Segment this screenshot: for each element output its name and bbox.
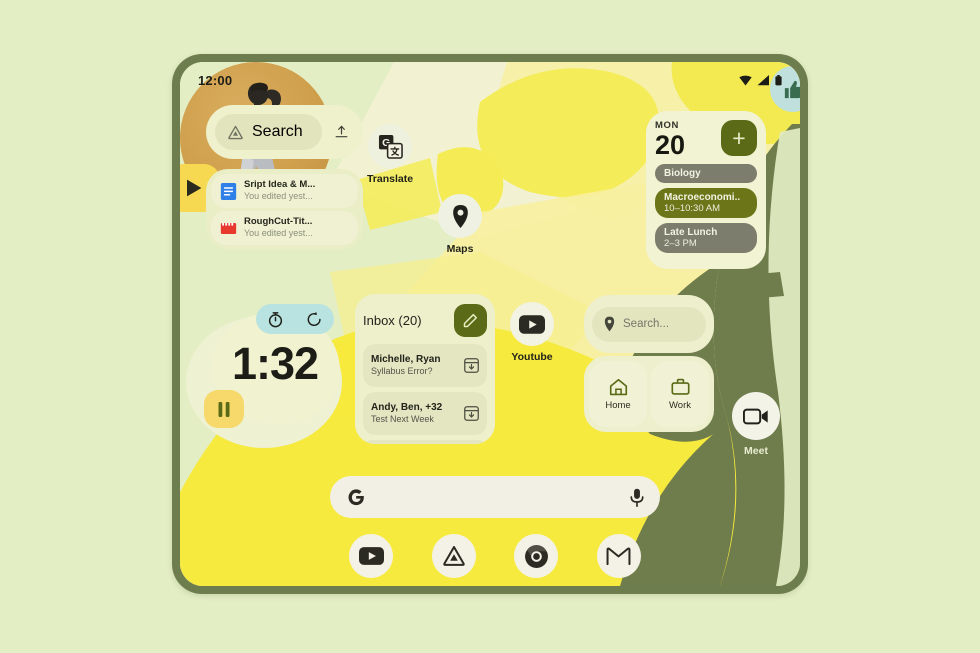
device-frame: 12:00 Search Sript Idea & M... You edite… (172, 54, 808, 594)
drive-icon (443, 546, 465, 566)
gmail-sender: Michelle, Ryan (371, 353, 441, 365)
youtube-icon (358, 547, 384, 565)
drive-file-title: RoughCut-Tit... (244, 217, 313, 228)
gmail-icon (606, 547, 631, 566)
app-icon-maps[interactable]: Maps (429, 194, 491, 255)
calendar-event-title: Biology (664, 168, 701, 179)
google-docs-icon (220, 182, 237, 200)
maps-search-input[interactable]: Search... (592, 306, 706, 342)
maps-shortcut-label: Work (669, 399, 691, 411)
drive-file-subtitle: You edited yest... (244, 228, 313, 239)
calendar-add-button[interactable]: + (721, 120, 757, 156)
status-time: 12:00 (198, 72, 233, 88)
timer-value: 1:32 (231, 338, 319, 389)
video-clip-icon (220, 222, 237, 234)
dock-icon-youtube[interactable] (349, 534, 394, 578)
gmail-row[interactable]: Michelle, Ryan Syllabus Error? (363, 344, 487, 387)
microphone-icon[interactable] (630, 488, 644, 507)
archive-icon[interactable] (464, 358, 479, 373)
gmail-subject: Test Next Week (371, 414, 434, 425)
maps-icon-bubble (438, 194, 482, 238)
maps-shortcut-label: Home (605, 399, 631, 411)
timer-pause-button[interactable] (204, 390, 244, 428)
drive-file-title: Sript Idea & M... (244, 180, 316, 191)
screenshot-root: 12:00 Search Sript Idea & M... You edite… (0, 0, 980, 653)
maps-shortcut-work[interactable]: Work (651, 361, 709, 427)
drive-file-row[interactable]: RoughCut-Tit... You edited yest... (211, 211, 358, 245)
status-bar: 12:00 (180, 62, 800, 98)
app-icon-youtube[interactable]: Youtube (501, 302, 563, 363)
maps-shortcut-home[interactable]: Home (589, 361, 647, 427)
calendar-event-time: 2–3 PM (664, 238, 697, 249)
gmail-sender: Andy, Ben, +32 (371, 401, 443, 413)
play-icon (187, 179, 202, 197)
maps-search-widget[interactable]: Search... (584, 295, 714, 353)
map-pin-icon (452, 204, 468, 228)
calendar-event-time: 10–10:30 AM (664, 203, 720, 214)
stopwatch-icon[interactable] (267, 311, 284, 328)
gmail-widget[interactable]: Inbox (20) Michelle, Ryan Syllabus Error… (355, 294, 495, 444)
drive-file-row[interactable]: Sript Idea & M... You edited yest... (211, 174, 358, 208)
translate-icon: G (378, 134, 403, 159)
app-label-meet: Meet (744, 445, 768, 457)
dock-icon-gmail[interactable] (596, 534, 641, 578)
pencil-icon (463, 313, 478, 327)
gmail-row[interactable]: Andy, Ben, +32 Test Next Week (363, 392, 487, 435)
upload-icon[interactable] (328, 124, 354, 140)
maps-search-placeholder: Search... (623, 318, 670, 330)
drive-search-widget[interactable]: Search (206, 105, 363, 159)
status-icons (739, 74, 782, 86)
reset-icon[interactable] (306, 311, 323, 328)
calendar-event-title: Late Lunch (664, 227, 718, 238)
dock-icon-chrome[interactable] (514, 534, 559, 578)
video-camera-icon (743, 408, 768, 424)
gmail-subject: Syllabus Error? (371, 366, 433, 377)
app-icon-translate[interactable]: G Translate (359, 124, 421, 185)
app-icon-meet[interactable]: Meet (725, 392, 787, 457)
calendar-widget[interactable]: MON 20 + Biology Macroeconomi.. 10–10:30… (646, 111, 766, 269)
app-label-translate: Translate (366, 173, 414, 185)
gmail-title: Inbox (20) (363, 312, 422, 328)
meet-icon-bubble (732, 392, 780, 440)
battery-icon (775, 74, 782, 85)
calendar-event[interactable]: Late Lunch 2–3 PM (655, 223, 757, 253)
calendar-date: MON 20 (655, 120, 685, 159)
drive-search-input[interactable]: Search (215, 114, 322, 150)
drive-files-widget[interactable]: Sript Idea & M... You edited yest... Rou… (206, 169, 363, 249)
drive-file-subtitle: You edited yest... (244, 191, 313, 202)
maps-shortcuts-widget[interactable]: Home Work (584, 356, 714, 432)
dock (330, 530, 660, 582)
chrome-icon (524, 544, 548, 568)
wifi-icon (739, 75, 752, 85)
calendar-event[interactable]: Biology (655, 164, 757, 183)
youtube-icon-bubble (510, 302, 554, 346)
calendar-header: MON 20 + (655, 120, 757, 159)
drive-icon (228, 125, 243, 139)
device-screen: 12:00 Search Sript Idea & M... You edite… (180, 62, 800, 586)
archive-icon[interactable] (464, 406, 479, 421)
app-label-youtube: Youtube (511, 351, 553, 363)
drive-search-placeholder: Search (252, 123, 303, 140)
google-search-bar[interactable] (330, 476, 660, 518)
calendar-event[interactable]: Macroeconomi.. 10–10:30 AM (655, 188, 757, 218)
timer-widget[interactable]: 1:32 (200, 302, 350, 430)
gmail-compose-button[interactable] (454, 303, 487, 337)
calendar-day-number: 20 (655, 130, 686, 160)
translate-icon-bubble: G (368, 124, 412, 168)
gmail-row-partial[interactable] (363, 440, 487, 444)
pause-icon (218, 401, 230, 417)
signal-icon (757, 74, 769, 85)
home-icon (609, 378, 627, 395)
youtube-icon (519, 314, 545, 334)
gmail-header: Inbox (20) (363, 301, 487, 339)
dock-icon-drive[interactable] (431, 534, 476, 578)
timer-controls[interactable] (256, 304, 334, 334)
briefcase-icon (670, 378, 690, 395)
app-label-maps: Maps (446, 243, 474, 255)
calendar-event-title: Macroeconomi.. (664, 192, 741, 203)
google-g-icon (348, 489, 364, 506)
map-pin-icon (604, 316, 615, 332)
